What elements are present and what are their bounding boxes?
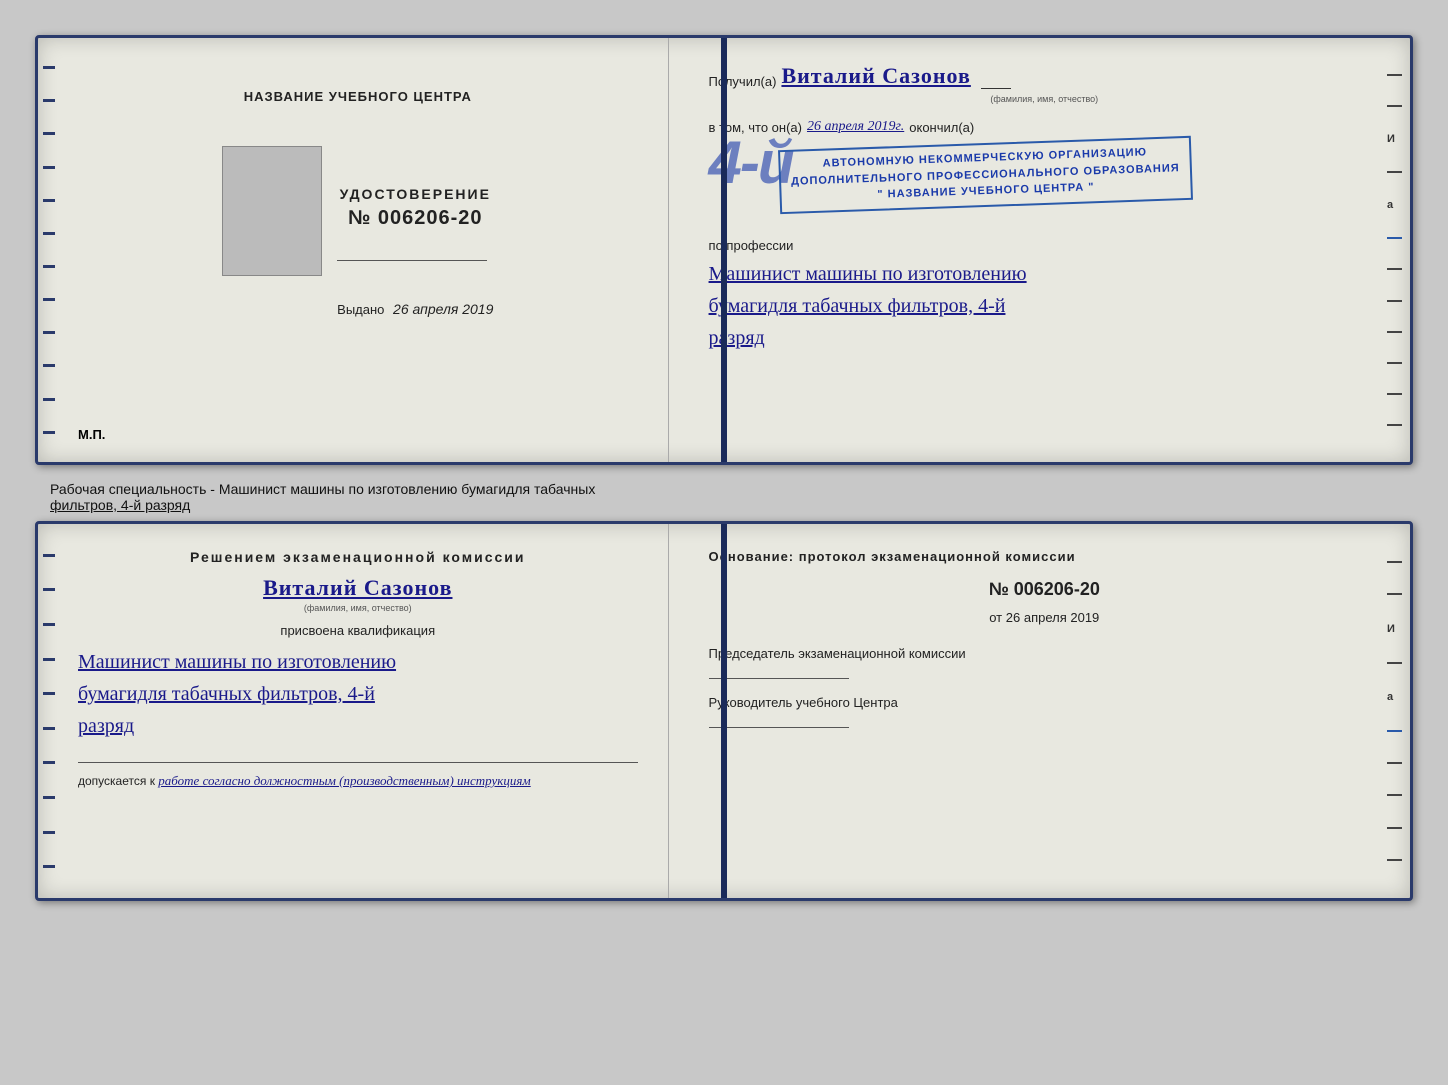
protocol-number: № 006206-20	[709, 579, 1380, 600]
cert-number-top: № 006206-20	[337, 207, 493, 230]
okonchil-label: окончил(а)	[909, 120, 974, 135]
right-decoration-top: И а	[1387, 38, 1402, 462]
vydano-line: Выдано 26 апреля 2019	[337, 301, 493, 317]
po-professii-label: по профессии	[709, 238, 1380, 253]
vydano-date: 26 апреля 2019	[393, 301, 493, 317]
bottom-recipient-name: Виталий Сазонов	[78, 575, 638, 601]
bottom-qualification-line3: разряд	[78, 710, 638, 742]
profession-line1: Машинист машины по изготовлению	[709, 258, 1380, 290]
udostoverenie-block: УДОСТОВЕРЕНИЕ № 006206-20	[337, 186, 493, 230]
bottom-cert-right-page: Основание: протокол экзаменационной коми…	[669, 524, 1410, 898]
bottom-qualification-line1: Машинист машины по изготовлению	[78, 646, 638, 678]
dopuskaetsya-text: работе согласно должностным (производств…	[158, 773, 530, 788]
dash-after-name	[981, 88, 1011, 89]
rukovoditel-block: Руководитель учебного Центра	[709, 694, 1380, 728]
predsedatel-block: Председатель экзаменационной комиссии	[709, 645, 1380, 679]
stamp-block: 4-й АВТОНОМНУЮ НЕКОММЕРЧЕСКУЮ ОРГАНИЗАЦИ…	[709, 143, 1380, 223]
profession-line2: бумагидля табачных фильтров, 4-й	[709, 290, 1380, 322]
fio-caption-top: (фамилия, имя, отчество)	[709, 94, 1380, 104]
bottom-name-block: Виталий Сазонов (фамилия, имя, отчество)	[78, 575, 638, 613]
rukovoditel-label: Руководитель учебного Центра	[709, 694, 1380, 712]
top-cert-right-page: Получил(а) Виталий Сазонов (фамилия, имя…	[669, 38, 1410, 462]
recipient-name: Виталий Сазонов	[781, 63, 970, 89]
bottom-cert-left-page: Решением экзаменационной комиссии Витали…	[38, 524, 669, 898]
ot-date-value: 26 апреля 2019	[1006, 610, 1100, 625]
separator-text-block: Рабочая специальность - Машинист машины …	[35, 473, 1413, 521]
photo-placeholder	[222, 146, 322, 276]
right-decoration-bottom: И а	[1387, 524, 1402, 898]
prisvoena-text: присвоена квалификация	[78, 623, 638, 638]
predsedatel-label: Председатель экзаменационной комиссии	[709, 645, 1380, 663]
vtom-line: в том, что он(a) 26 апреля 2019г. окончи…	[709, 119, 1380, 135]
bottom-left-decoration	[43, 524, 63, 898]
bottom-fio-caption: (фамилия, имя, отчество)	[78, 603, 638, 613]
page-container: НАЗВАНИЕ УЧЕБНОГО ЦЕНТРА УДОСТОВЕРЕНИЕ №…	[20, 20, 1428, 916]
title-block: НАЗВАНИЕ УЧЕБНОГО ЦЕНТРА	[244, 88, 472, 106]
profession-line3: разряд	[709, 322, 1380, 354]
predsedatel-signature-line	[709, 678, 849, 679]
vtom-date: 26 апреля 2019г.	[807, 119, 904, 135]
udostoverenie-label: УДОСТОВЕРЕНИЕ	[337, 186, 493, 202]
top-cert-left-page: НАЗВАНИЕ УЧЕБНОГО ЦЕНТРА УДОСТОВЕРЕНИЕ №…	[38, 38, 669, 462]
ot-date-line: от 26 апреля 2019	[709, 610, 1380, 625]
osnovanie-title: Основание: протокол экзаменационной коми…	[709, 549, 1380, 564]
bottom-qualification-line2: бумагидля табачных фильтров, 4-й	[78, 678, 638, 710]
rukovoditel-signature-line	[709, 727, 849, 728]
poluchil-line: Получил(а) Виталий Сазонов	[709, 63, 1380, 89]
poluchil-prefix: Получил(а)	[709, 74, 777, 89]
vydano-label: Выдано	[337, 302, 384, 317]
dopuskaetsya-prefix: допускается к	[78, 774, 155, 788]
separator-underlined-text: фильтров, 4-й разряд	[50, 497, 190, 513]
dopuskaetsya-line: допускается к работе согласно должностны…	[78, 762, 638, 789]
center-title: НАЗВАНИЕ УЧЕБНОГО ЦЕНТРА	[244, 88, 472, 106]
mp-text: М.П.	[78, 427, 105, 442]
top-certificate-book: НАЗВАНИЕ УЧЕБНОГО ЦЕНТРА УДОСТОВЕРЕНИЕ №…	[35, 35, 1413, 465]
separator-normal-text: Рабочая специальность - Машинист машины …	[50, 481, 595, 497]
stamp-text-block: АВТОНОМНУЮ НЕКОММЕРЧЕСКУЮ ОРГАНИЗАЦИЮ ДО…	[778, 136, 1193, 214]
ot-prefix: от	[989, 610, 1002, 625]
bottom-certificate-book: Решением экзаменационной комиссии Витали…	[35, 521, 1413, 901]
resheniem-title: Решением экзаменационной комиссии	[78, 549, 638, 565]
